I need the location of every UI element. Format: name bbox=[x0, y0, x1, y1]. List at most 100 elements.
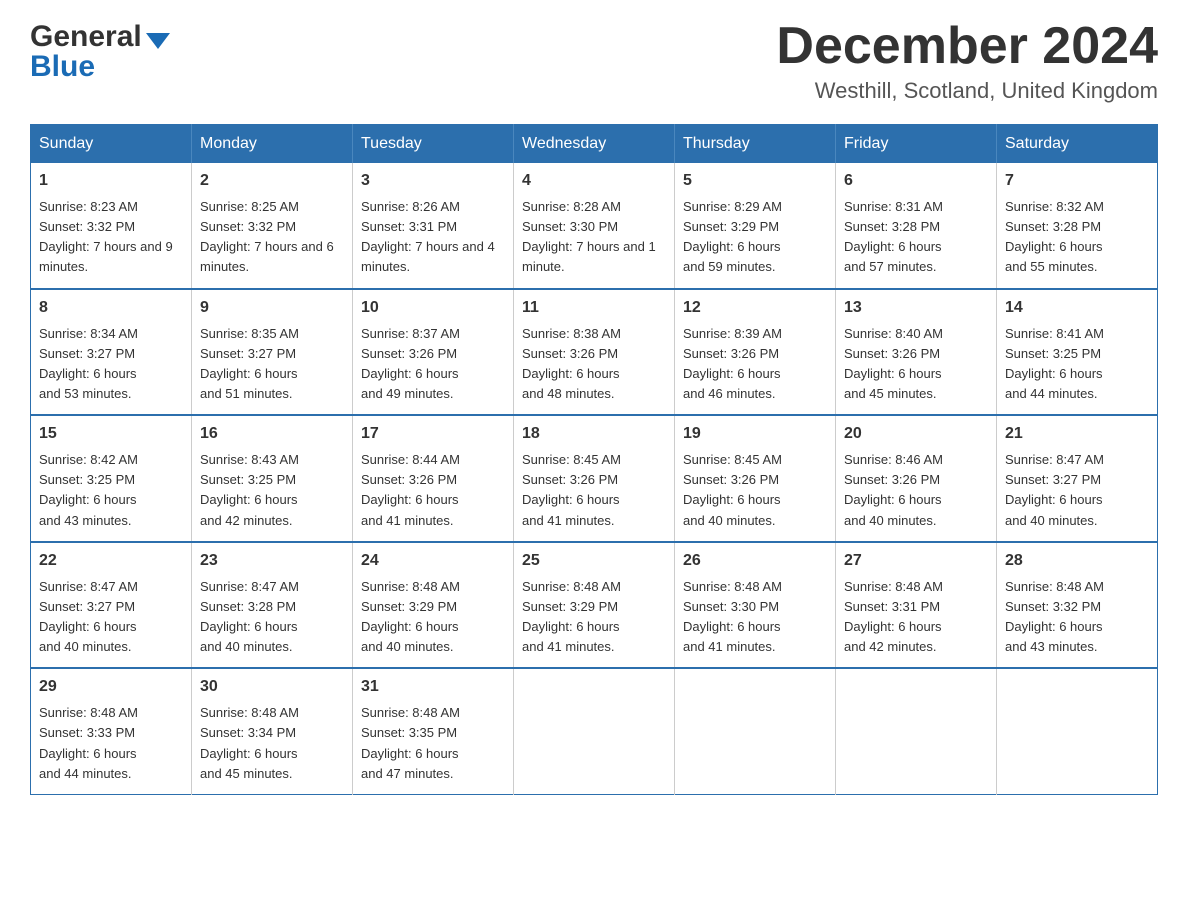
day-number-18: 18 bbox=[522, 422, 666, 446]
week-row-5: 29 Sunrise: 8:48 AMSunset: 3:33 PMDayligh… bbox=[31, 668, 1158, 794]
empty-cell-w4-c4 bbox=[675, 668, 836, 794]
day-info-8: Sunrise: 8:34 AMSunset: 3:27 PMDaylight:… bbox=[39, 324, 183, 405]
day-info-30: Sunrise: 8:48 AMSunset: 3:34 PMDaylight:… bbox=[200, 703, 344, 784]
day-cell-26: 26 Sunrise: 8:48 AMSunset: 3:30 PMDayligh… bbox=[675, 542, 836, 669]
day-number-1: 1 bbox=[39, 169, 183, 193]
week-row-1: 1 Sunrise: 8:23 AMSunset: 3:32 PMDaylight… bbox=[31, 163, 1158, 289]
day-info-29: Sunrise: 8:48 AMSunset: 3:33 PMDaylight:… bbox=[39, 703, 183, 784]
day-number-15: 15 bbox=[39, 422, 183, 446]
day-cell-7: 7 Sunrise: 8:32 AMSunset: 3:28 PMDaylight… bbox=[997, 163, 1158, 289]
day-cell-22: 22 Sunrise: 8:47 AMSunset: 3:27 PMDayligh… bbox=[31, 542, 192, 669]
day-cell-12: 12 Sunrise: 8:39 AMSunset: 3:26 PMDayligh… bbox=[675, 289, 836, 416]
day-number-20: 20 bbox=[844, 422, 988, 446]
day-info-28: Sunrise: 8:48 AMSunset: 3:32 PMDaylight:… bbox=[1005, 577, 1149, 658]
day-info-12: Sunrise: 8:39 AMSunset: 3:26 PMDaylight:… bbox=[683, 324, 827, 405]
day-cell-10: 10 Sunrise: 8:37 AMSunset: 3:26 PMDayligh… bbox=[353, 289, 514, 416]
day-number-13: 13 bbox=[844, 296, 988, 320]
day-info-11: Sunrise: 8:38 AMSunset: 3:26 PMDaylight:… bbox=[522, 324, 666, 405]
week-row-3: 15Sunrise: 8:42 AMSunset: 3:25 PMDayligh… bbox=[31, 415, 1158, 542]
day-number-17: 17 bbox=[361, 422, 505, 446]
day-info-18: Sunrise: 8:45 AMSunset: 3:26 PMDaylight:… bbox=[522, 450, 666, 531]
day-info-13: Sunrise: 8:40 AMSunset: 3:26 PMDaylight:… bbox=[844, 324, 988, 405]
day-number-30: 30 bbox=[200, 675, 344, 699]
location-title: Westhill, Scotland, United Kingdom bbox=[776, 78, 1158, 104]
day-cell-6: 6 Sunrise: 8:31 AMSunset: 3:28 PMDaylight… bbox=[836, 163, 997, 289]
day-cell-31: 31Sunrise: 8:48 AMSunset: 3:35 PMDayligh… bbox=[353, 668, 514, 794]
day-info-20: Sunrise: 8:46 AMSunset: 3:26 PMDaylight:… bbox=[844, 450, 988, 531]
logo-line1: General bbox=[30, 20, 170, 54]
day-cell-16: 16 Sunrise: 8:43 AMSunset: 3:25 PMDayligh… bbox=[192, 415, 353, 542]
logo: General Blue bbox=[30, 20, 170, 84]
day-info-10: Sunrise: 8:37 AMSunset: 3:26 PMDaylight:… bbox=[361, 324, 505, 405]
day-number-31: 31 bbox=[361, 675, 505, 699]
day-info-2: Sunrise: 8:25 AMSunset: 3:32 PMDaylight:… bbox=[200, 197, 344, 278]
calendar-header-row: SundayMondayTuesdayWednesdayThursdayFrid… bbox=[31, 125, 1158, 164]
day-cell-25: 25Sunrise: 8:48 AMSunset: 3:29 PMDayligh… bbox=[514, 542, 675, 669]
day-number-6: 6 bbox=[844, 169, 988, 193]
day-cell-2: 2 Sunrise: 8:25 AMSunset: 3:32 PMDaylight… bbox=[192, 163, 353, 289]
day-cell-30: 30 Sunrise: 8:48 AMSunset: 3:34 PMDayligh… bbox=[192, 668, 353, 794]
day-number-22: 22 bbox=[39, 549, 183, 573]
day-cell-5: 5 Sunrise: 8:29 AMSunset: 3:29 PMDaylight… bbox=[675, 163, 836, 289]
day-cell-17: 17Sunrise: 8:44 AMSunset: 3:26 PMDayligh… bbox=[353, 415, 514, 542]
day-number-19: 19 bbox=[683, 422, 827, 446]
day-info-3: Sunrise: 8:26 AMSunset: 3:31 PMDaylight:… bbox=[361, 197, 505, 278]
day-cell-3: 3 Sunrise: 8:26 AMSunset: 3:31 PMDaylight… bbox=[353, 163, 514, 289]
day-number-25: 25 bbox=[522, 549, 666, 573]
empty-cell-w4-c5 bbox=[836, 668, 997, 794]
title-section: December 2024 Westhill, Scotland, United… bbox=[776, 20, 1158, 104]
day-cell-11: 11Sunrise: 8:38 AMSunset: 3:26 PMDayligh… bbox=[514, 289, 675, 416]
page-header: General Blue December 2024 Westhill, Sco… bbox=[30, 20, 1158, 104]
day-info-9: Sunrise: 8:35 AMSunset: 3:27 PMDaylight:… bbox=[200, 324, 344, 405]
day-number-16: 16 bbox=[200, 422, 344, 446]
day-number-29: 29 bbox=[39, 675, 183, 699]
day-cell-4: 4Sunrise: 8:28 AMSunset: 3:30 PMDaylight… bbox=[514, 163, 675, 289]
day-number-23: 23 bbox=[200, 549, 344, 573]
day-cell-13: 13 Sunrise: 8:40 AMSunset: 3:26 PMDayligh… bbox=[836, 289, 997, 416]
logo-arrow-icon bbox=[146, 33, 170, 49]
day-cell-9: 9Sunrise: 8:35 AMSunset: 3:27 PMDaylight… bbox=[192, 289, 353, 416]
calendar-table: SundayMondayTuesdayWednesdayThursdayFrid… bbox=[30, 124, 1158, 795]
header-tuesday: Tuesday bbox=[353, 125, 514, 164]
day-info-26: Sunrise: 8:48 AMSunset: 3:30 PMDaylight:… bbox=[683, 577, 827, 658]
day-info-16: Sunrise: 8:43 AMSunset: 3:25 PMDaylight:… bbox=[200, 450, 344, 531]
day-number-7: 7 bbox=[1005, 169, 1149, 193]
day-number-10: 10 bbox=[361, 296, 505, 320]
day-number-2: 2 bbox=[200, 169, 344, 193]
month-title: December 2024 bbox=[776, 20, 1158, 72]
day-number-3: 3 bbox=[361, 169, 505, 193]
day-info-5: Sunrise: 8:29 AMSunset: 3:29 PMDaylight:… bbox=[683, 197, 827, 278]
day-info-6: Sunrise: 8:31 AMSunset: 3:28 PMDaylight:… bbox=[844, 197, 988, 278]
day-cell-1: 1 Sunrise: 8:23 AMSunset: 3:32 PMDaylight… bbox=[31, 163, 192, 289]
day-info-4: Sunrise: 8:28 AMSunset: 3:30 PMDaylight:… bbox=[522, 197, 666, 278]
day-cell-15: 15Sunrise: 8:42 AMSunset: 3:25 PMDayligh… bbox=[31, 415, 192, 542]
day-info-19: Sunrise: 8:45 AMSunset: 3:26 PMDaylight:… bbox=[683, 450, 827, 531]
logo-line2: Blue bbox=[30, 50, 170, 84]
day-info-24: Sunrise: 8:48 AMSunset: 3:29 PMDaylight:… bbox=[361, 577, 505, 658]
day-info-7: Sunrise: 8:32 AMSunset: 3:28 PMDaylight:… bbox=[1005, 197, 1149, 278]
header-monday: Monday bbox=[192, 125, 353, 164]
day-info-22: Sunrise: 8:47 AMSunset: 3:27 PMDaylight:… bbox=[39, 577, 183, 658]
day-info-21: Sunrise: 8:47 AMSunset: 3:27 PMDaylight:… bbox=[1005, 450, 1149, 531]
header-thursday: Thursday bbox=[675, 125, 836, 164]
empty-cell-w4-c6 bbox=[997, 668, 1158, 794]
day-info-27: Sunrise: 8:48 AMSunset: 3:31 PMDaylight:… bbox=[844, 577, 988, 658]
header-friday: Friday bbox=[836, 125, 997, 164]
day-cell-8: 8 Sunrise: 8:34 AMSunset: 3:27 PMDaylight… bbox=[31, 289, 192, 416]
day-number-26: 26 bbox=[683, 549, 827, 573]
day-number-27: 27 bbox=[844, 549, 988, 573]
day-number-8: 8 bbox=[39, 296, 183, 320]
day-cell-28: 28 Sunrise: 8:48 AMSunset: 3:32 PMDayligh… bbox=[997, 542, 1158, 669]
day-info-14: Sunrise: 8:41 AMSunset: 3:25 PMDaylight:… bbox=[1005, 324, 1149, 405]
header-sunday: Sunday bbox=[31, 125, 192, 164]
header-wednesday: Wednesday bbox=[514, 125, 675, 164]
day-number-28: 28 bbox=[1005, 549, 1149, 573]
day-cell-21: 21Sunrise: 8:47 AMSunset: 3:27 PMDayligh… bbox=[997, 415, 1158, 542]
header-saturday: Saturday bbox=[997, 125, 1158, 164]
week-row-4: 22 Sunrise: 8:47 AMSunset: 3:27 PMDayligh… bbox=[31, 542, 1158, 669]
day-number-12: 12 bbox=[683, 296, 827, 320]
day-cell-20: 20 Sunrise: 8:46 AMSunset: 3:26 PMDayligh… bbox=[836, 415, 997, 542]
day-info-1: Sunrise: 8:23 AMSunset: 3:32 PMDaylight:… bbox=[39, 197, 183, 278]
day-number-5: 5 bbox=[683, 169, 827, 193]
day-cell-27: 27 Sunrise: 8:48 AMSunset: 3:31 PMDayligh… bbox=[836, 542, 997, 669]
